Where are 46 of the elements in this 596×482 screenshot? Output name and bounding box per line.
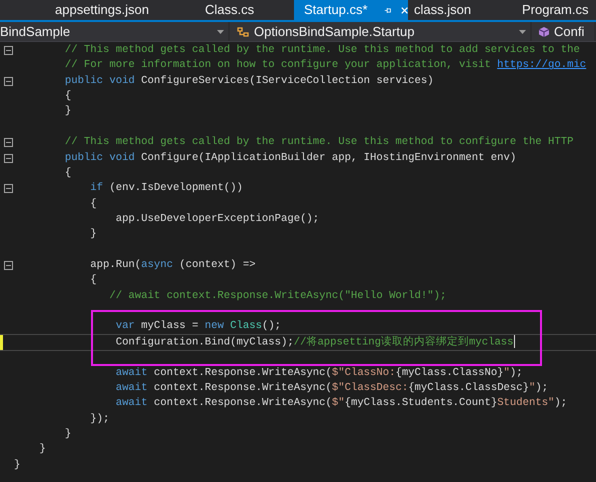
code-line: public void Configure(IApplicationBuilder app, IHostingEnvironment env)	[64, 152, 516, 164]
code-line: {	[89, 198, 97, 210]
navigation-dropdown[interactable]: OptionsBindSample.Startup	[230, 22, 530, 41]
code-line: // await context.Response.WriteAsync("Hello World!");	[108, 290, 446, 302]
code-line: {	[64, 166, 72, 179]
code-line: }	[64, 428, 72, 440]
file-tab[interactable]: appsettings.json	[0, 0, 150, 20]
code-line: {	[64, 90, 72, 102]
collapse-icon[interactable]	[4, 46, 13, 56]
code-line: await context.Response.WriteAsync($"{myClass.Students.Count}Students");	[114, 397, 568, 410]
code-line: await context.Response.WriteAsync($"ClassNo:{myClass.ClassNo}");	[114, 366, 523, 379]
code-line: app.UseDeveloperExceptionPage();	[114, 212, 320, 225]
collapse-icon[interactable]	[4, 76, 13, 86]
collapse-icon[interactable]	[4, 184, 13, 194]
text-cursor	[514, 334, 515, 348]
code-line: Configuration.Bind(myClass);//将appsetting读取的内容绑定到myclass	[114, 336, 514, 348]
code-line: if (env.IsDevelopment())	[89, 182, 243, 194]
navigation-dropdown[interactable]: Confi	[532, 22, 594, 41]
file-tab[interactable]: Startup.cs*	[294, 0, 408, 20]
close-icon[interactable]	[400, 6, 408, 14]
file-tab[interactable]: class.json	[408, 0, 508, 20]
code-line: app.Run(async (context) =>	[89, 259, 256, 272]
dropdown-caret-icon[interactable]	[217, 30, 224, 34]
navigation-dropdown[interactable]: BindSample	[0, 22, 228, 41]
collapse-icon[interactable]	[4, 138, 13, 148]
code-line: // For more information on how to configure your application, visit	[64, 59, 492, 72]
collapse-icon[interactable]	[4, 261, 13, 270]
file-tab[interactable]: Class.cs	[150, 0, 294, 20]
code-line: }	[14, 458, 20, 471]
code-line: }	[38, 443, 46, 456]
code-line: var myClass = new Class();	[114, 320, 282, 332]
file-tab[interactable]: Program.cs	[508, 0, 596, 20]
link[interactable]: https://go.mic	[497, 59, 586, 72]
code-line: }	[64, 105, 72, 118]
code-line: }	[89, 228, 97, 240]
code-line: // This method gets called by the runtime. Use this method to configure the HTTP	[64, 136, 574, 148]
pin-icon[interactable]	[384, 6, 391, 14]
class-icon	[236, 26, 250, 38]
code-line: });	[89, 412, 110, 425]
cube-icon	[538, 26, 550, 38]
code-line: await context.Response.WriteAsync($"ClassDesc:{myClass.ClassDesc}");	[114, 382, 548, 394]
dropdown-caret-icon[interactable]	[519, 30, 526, 34]
code-line: {	[89, 274, 97, 286]
code-line: // This method gets called by the runtime. Use this method to add services to the	[64, 44, 580, 56]
code-line: public void ConfigureServices(IServiceCollection services)	[64, 74, 434, 87]
collapse-icon[interactable]	[4, 154, 13, 163]
